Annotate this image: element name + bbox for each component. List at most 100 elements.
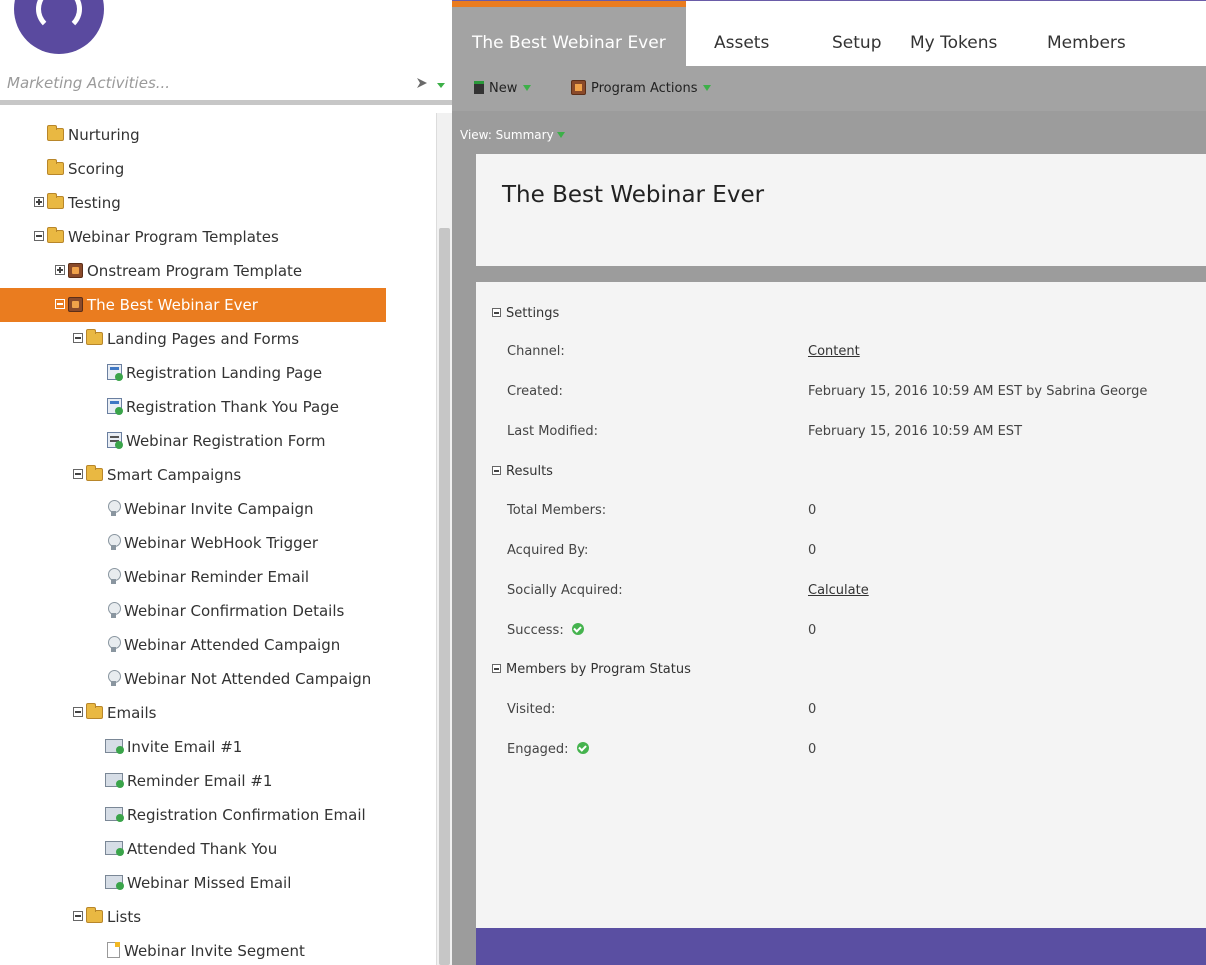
folder-icon [86,464,103,481]
program-actions-label: Program Actions [591,81,698,96]
folder-icon [47,226,64,243]
search-input[interactable] [0,65,400,101]
tree-item-label: Invite Email #1 [127,738,243,756]
view-selector[interactable]: View: Summary [460,128,565,142]
dropdown-caret-icon [703,84,712,91]
success-label-row: Success: [507,623,584,638]
folder-icon [86,328,103,345]
calculate-link[interactable]: Calculate [808,583,869,598]
success-label: Success: [507,623,564,638]
expand-icon[interactable] [34,197,44,207]
tree-item-webinar-webhook-trigger[interactable]: Webinar WebHook Trigger [0,526,436,560]
tree-item-label: Testing [68,194,121,212]
tree-item-webinar-invite-segment[interactable]: Webinar Invite Segment [0,934,436,965]
tree-scrollbar[interactable] [436,113,452,965]
tree-item-lists[interactable]: Lists [0,900,436,934]
tree-item-nurturing[interactable]: Nurturing [0,118,436,152]
collapse-icon[interactable] [73,911,83,921]
tree-item-scoring[interactable]: Scoring [0,152,436,186]
scrollbar-thumb[interactable] [439,228,450,965]
channel-link[interactable]: Content [808,344,860,359]
tree-item-label: Webinar Not Attended Campaign [124,670,372,688]
tree-item-webinar-registration-form[interactable]: Webinar Registration Form [0,424,436,458]
tree-item-attended-thank-you[interactable]: Attended Thank You [0,832,436,866]
email-icon [105,739,124,754]
tab-members[interactable]: Members [1047,1,1126,67]
smart-campaign-icon [107,533,121,551]
expand-icon[interactable] [55,265,65,275]
tree-item-label: Smart Campaigns [107,466,242,484]
tree-item-label: Webinar Program Templates [68,228,279,246]
tree-item-the-best-webinar-ever[interactable]: The Best Webinar Ever [0,288,386,322]
landing-page-icon [107,364,123,381]
tab-program-summary[interactable]: The Best Webinar Ever [452,1,686,67]
tree-item-label: Lists [107,908,142,926]
tab-my-tokens[interactable]: My Tokens [910,1,997,67]
collapse-icon [492,663,501,673]
tree-item-label: Webinar Attended Campaign [124,636,341,654]
tree-item-label: Webinar Registration Form [126,432,326,450]
tree-item-label: Onstream Program Template [87,262,303,280]
search-bar [0,65,452,105]
tree-item-label: Landing Pages and Forms [107,330,300,348]
collapse-icon [492,465,501,475]
total-members-value: 0 [808,503,817,518]
tab-assets[interactable]: Assets [714,1,769,67]
visited-value: 0 [808,702,817,717]
success-check-icon [571,623,584,635]
total-members-label: Total Members: [507,503,607,518]
collapse-icon[interactable] [55,299,65,309]
email-icon [105,773,124,788]
email-icon [105,841,124,856]
marketing-tree: Nurturing Scoring Testing Webinar Progra… [0,118,436,965]
smart-campaign-icon [107,601,121,619]
collapse-icon[interactable] [73,469,83,479]
tree-item-webinar-reminder-email[interactable]: Webinar Reminder Email [0,560,436,594]
dropdown-caret-icon [523,84,532,91]
collapse-icon[interactable] [34,231,44,241]
tab-bar: The Best Webinar Ever Assets Setup My To… [452,0,1206,67]
settings-section-title: Settings [506,306,560,321]
program-actions-button[interactable]: Program Actions [571,79,712,99]
new-button[interactable]: New [474,79,532,99]
settings-section-toggle[interactable]: Settings [492,306,559,321]
socially-acquired-label: Socially Acquired: [507,583,623,598]
results-section-toggle[interactable]: Results [492,464,553,479]
smart-campaign-icon [107,635,121,653]
tree-item-webinar-program-templates[interactable]: Webinar Program Templates [0,220,436,254]
tree-item-webinar-attended-campaign[interactable]: Webinar Attended Campaign [0,628,436,662]
tree-item-webinar-not-attended-campaign[interactable]: Webinar Not Attended Campaign [0,662,436,696]
tree-item-landing-pages-and-forms[interactable]: Landing Pages and Forms [0,322,436,356]
tree-item-label: Scoring [68,160,125,178]
tree-item-label: Nurturing [68,126,140,144]
tree-item-onstream-program-template[interactable]: Onstream Program Template [0,254,436,288]
tree-item-webinar-invite-campaign[interactable]: Webinar Invite Campaign [0,492,436,526]
tree-item-testing[interactable]: Testing [0,186,436,220]
tree-item-label: Emails [107,704,157,722]
channel-label: Channel: [507,344,565,359]
tree-item-smart-campaigns[interactable]: Smart Campaigns [0,458,436,492]
summary-card: Settings Channel: Content Created: Febru… [476,282,1206,928]
tree-item-webinar-confirmation-details[interactable]: Webinar Confirmation Details [0,594,436,628]
collapse-icon[interactable] [73,333,83,343]
tree-item-registration-landing-page[interactable]: Registration Landing Page [0,356,436,390]
tree-item-registration-thank-you-page[interactable]: Registration Thank You Page [0,390,436,424]
dropdown-caret-icon [556,131,565,138]
left-panel: Nurturing Scoring Testing Webinar Progra… [0,0,452,965]
tab-setup[interactable]: Setup [832,1,881,67]
tree-item-webinar-missed-email[interactable]: Webinar Missed Email [0,866,436,900]
folder-icon [47,192,64,209]
tree-item-reminder-email-1[interactable]: Reminder Email #1 [0,764,436,798]
tree-item-registration-confirmation-email[interactable]: Registration Confirmation Email [0,798,436,832]
tree-item-invite-email-1[interactable]: Invite Email #1 [0,730,436,764]
app-logo[interactable] [14,0,104,54]
email-icon [105,875,124,890]
footer-bar [476,928,1206,965]
program-status-section-toggle[interactable]: Members by Program Status [492,662,691,677]
collapse-icon[interactable] [73,707,83,717]
toolbar: New Program Actions [452,66,1206,111]
tree-item-emails[interactable]: Emails [0,696,436,730]
filter-button[interactable] [414,74,448,94]
engaged-label: Engaged: [507,742,569,757]
last-modified-value: February 15, 2016 10:59 AM EST [808,424,1023,439]
